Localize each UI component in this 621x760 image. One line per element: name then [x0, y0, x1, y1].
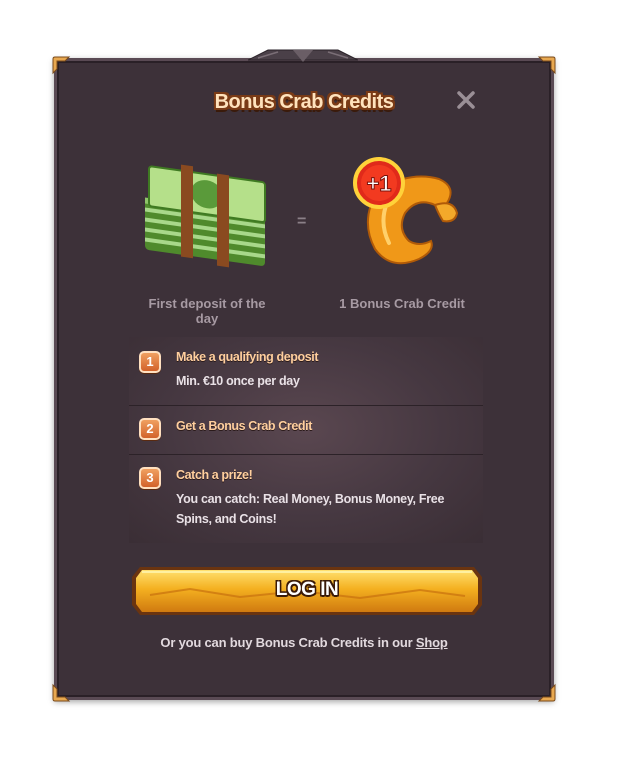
footer-message: Or you can buy Bonus Crab Credits in our — [160, 635, 416, 650]
steps-panel: 1 Make a qualifying deposit Min. €10 onc… — [129, 337, 483, 543]
step-number: 1 — [139, 351, 161, 373]
step-number: 2 — [139, 418, 161, 440]
step-title: Get a Bonus Crab Credit — [176, 419, 312, 433]
step-description: Min. €10 once per day — [176, 374, 300, 388]
close-icon[interactable] — [453, 87, 479, 113]
corner-ornament-icon — [52, 683, 71, 702]
corner-ornament-icon — [537, 683, 556, 702]
equals-sign: = — [297, 213, 307, 230]
login-button[interactable]: LOG IN — [130, 565, 484, 617]
golden-claw-icon: +1 — [353, 157, 459, 265]
shop-link[interactable]: Shop — [416, 635, 448, 650]
right-caption: 1 Bonus Crab Credit — [339, 296, 465, 311]
step-item: 2 Get a Bonus Crab Credit — [129, 406, 483, 454]
step-title: Catch a prize! — [176, 468, 253, 482]
step-title: Make a qualifying deposit — [176, 350, 319, 364]
step-number: 3 — [139, 467, 161, 489]
login-button-label: LOG IN — [275, 579, 339, 600]
step-description: You can catch: Real Money, Bonus Money, … — [176, 492, 445, 526]
bonus-credits-dialog: Bonus Crab Credits = +1 First deposit of… — [52, 56, 556, 702]
corner-ornament-icon — [52, 56, 71, 75]
footer-text: Or you can buy Bonus Crab Credits in our… — [57, 635, 551, 650]
cash-stack-icon — [145, 164, 266, 268]
step-item: 3 Catch a prize! You can catch: Real Mon… — [129, 455, 483, 543]
crest-ornament-icon — [248, 49, 358, 62]
plus-one-badge: +1 — [366, 171, 391, 196]
step-item: 1 Make a qualifying deposit Min. €10 onc… — [129, 337, 483, 405]
left-caption: First deposit of the day — [148, 296, 266, 326]
corner-ornament-icon — [537, 56, 556, 75]
